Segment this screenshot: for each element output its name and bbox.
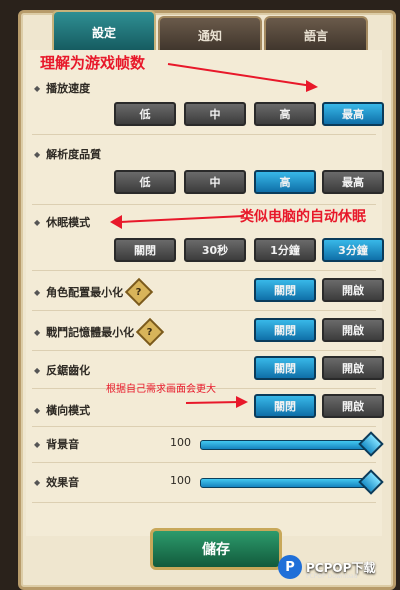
watermark-logo-icon: P (278, 555, 302, 579)
landscape-annotation: 根据自己需求画面会更大 (106, 384, 216, 395)
sleep-arrowhead (110, 215, 122, 229)
watermark: P PCPOP下载 PCPOP Download (278, 550, 398, 584)
save-button[interactable]: 儲存 (150, 528, 282, 570)
landscape-arrowhead (236, 396, 248, 408)
sleep-annotation: 类似电脑的自动休眠 (240, 209, 366, 225)
speed-arrowhead (306, 80, 318, 92)
landscape-arrow (185, 401, 241, 404)
annotation-arrows (110, 63, 318, 408)
watermark-sub: PCPOP Download (306, 573, 358, 580)
sleep-arrow (119, 215, 245, 223)
speed-arrow (167, 63, 313, 87)
